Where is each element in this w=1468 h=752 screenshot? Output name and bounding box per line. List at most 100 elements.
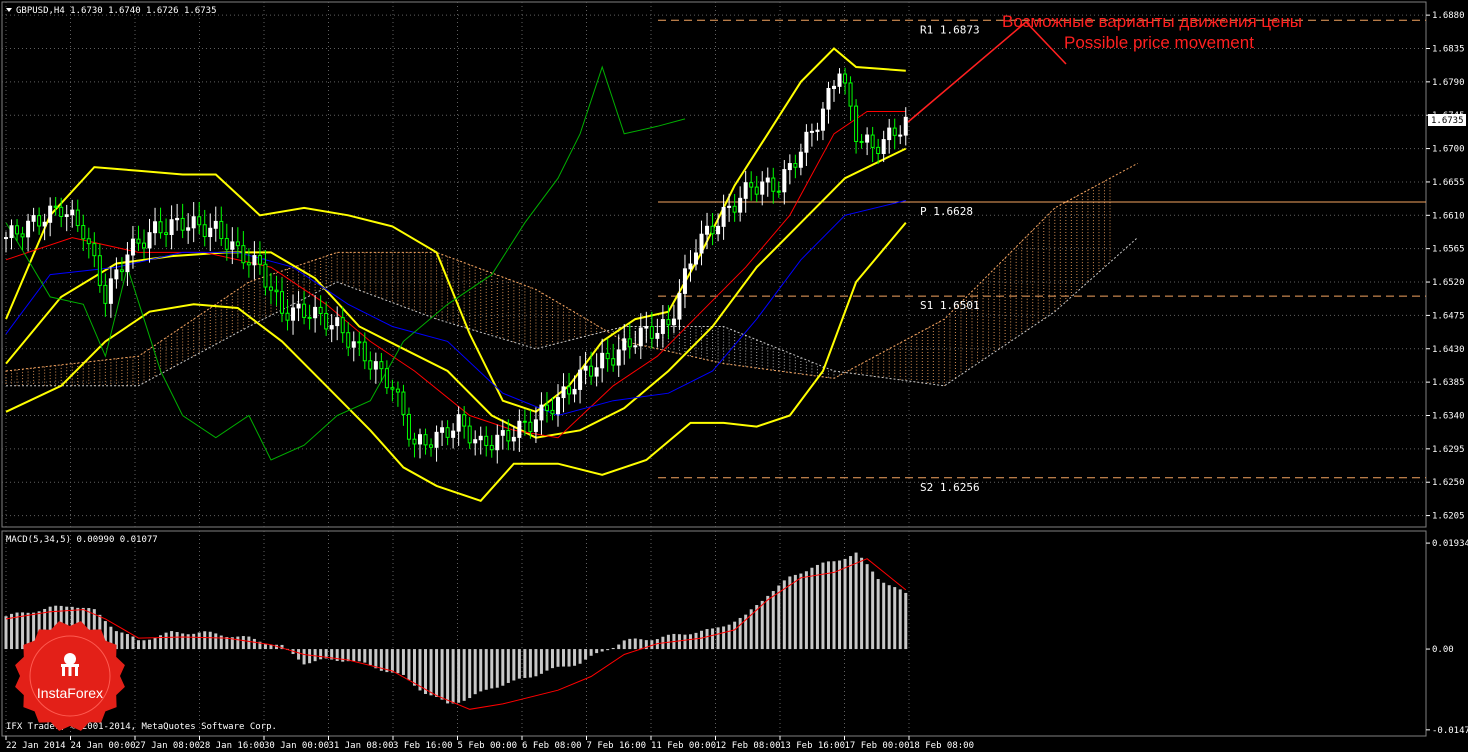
macd-bar bbox=[125, 634, 129, 650]
candle-body bbox=[743, 182, 748, 199]
macd-bar bbox=[793, 574, 797, 650]
candle-body bbox=[92, 243, 97, 257]
candle-body bbox=[522, 420, 527, 423]
x-tick-label: 18 Feb 08:00 bbox=[909, 741, 974, 751]
candle-body bbox=[357, 341, 362, 344]
candle-body bbox=[478, 435, 483, 441]
candle-body bbox=[655, 332, 660, 339]
candle-body bbox=[329, 325, 334, 330]
menu-triangle-icon[interactable] bbox=[6, 8, 12, 12]
candle-body bbox=[820, 108, 825, 131]
candle-body bbox=[666, 319, 671, 326]
candle-body bbox=[870, 134, 875, 148]
macd-bar bbox=[352, 649, 356, 662]
macd-bar bbox=[876, 579, 880, 650]
macd-bar bbox=[711, 628, 715, 650]
candle-body bbox=[843, 73, 848, 84]
macd-bar bbox=[479, 649, 483, 692]
macd-bar bbox=[385, 649, 389, 673]
candle-body bbox=[274, 289, 279, 293]
macd-bar bbox=[904, 592, 908, 650]
macd-bar bbox=[225, 637, 229, 650]
macd-bar bbox=[319, 649, 323, 660]
candle-body bbox=[164, 232, 169, 235]
candle-body bbox=[296, 303, 301, 309]
chikou-line bbox=[5, 65, 686, 461]
candle-body bbox=[699, 233, 704, 254]
macd-bar bbox=[545, 649, 549, 671]
macd-bar bbox=[429, 649, 433, 696]
candle-body bbox=[224, 238, 229, 250]
bollinger-lower bbox=[5, 222, 907, 502]
macd-bar bbox=[622, 640, 626, 650]
macd-bar bbox=[611, 647, 615, 650]
macd-bar bbox=[208, 631, 212, 650]
y-tick-label: 1.6430 bbox=[1432, 345, 1465, 355]
macd-bar bbox=[186, 634, 190, 650]
candle-body bbox=[832, 85, 836, 89]
macd-bar bbox=[175, 632, 179, 650]
kijun-line bbox=[5, 111, 906, 439]
macd-bar bbox=[722, 626, 726, 650]
macd-bar bbox=[136, 640, 140, 650]
macd-bar bbox=[120, 632, 124, 650]
candle-body bbox=[760, 181, 765, 195]
candle-body bbox=[125, 254, 130, 273]
macd-bar bbox=[181, 633, 185, 650]
candle-body bbox=[567, 386, 572, 395]
candle-body bbox=[208, 227, 213, 238]
candle-body bbox=[313, 306, 318, 319]
y-tick-label: 1.6475 bbox=[1432, 311, 1465, 321]
macd-bar bbox=[815, 564, 819, 650]
macd-bar bbox=[705, 629, 709, 650]
macd-bar bbox=[131, 636, 135, 650]
candle-body bbox=[379, 361, 384, 370]
candle-body bbox=[15, 225, 20, 235]
candle-body bbox=[594, 367, 599, 377]
candle-body bbox=[429, 444, 434, 448]
chart-canvas[interactable]: R1 1.6873 P 1.6628 S1 1.6501 S2 1.6256 1.68… bbox=[0, 0, 1468, 752]
macd-bar bbox=[567, 649, 571, 667]
candle-body bbox=[108, 278, 113, 304]
candle-body bbox=[732, 205, 737, 213]
macd-y-tick-label: 0.01934 bbox=[1432, 539, 1468, 549]
macd-bar bbox=[490, 649, 494, 689]
y-tick-label: 1.6700 bbox=[1432, 145, 1465, 155]
macd-bar bbox=[534, 649, 538, 677]
candle-body bbox=[307, 316, 312, 319]
candle-body bbox=[219, 220, 224, 240]
x-tick-label: 17 Feb 00:00 bbox=[845, 741, 910, 751]
candle-body bbox=[4, 237, 8, 240]
macd-bar bbox=[584, 649, 588, 660]
macd-bar bbox=[578, 649, 582, 664]
macd-bar bbox=[512, 649, 516, 681]
candle-body bbox=[70, 209, 75, 216]
macd-bar bbox=[550, 649, 554, 669]
macd-bar bbox=[412, 649, 416, 686]
candle-body bbox=[859, 140, 864, 143]
candle-body bbox=[682, 268, 687, 294]
candle-body bbox=[865, 134, 870, 143]
candle-body bbox=[484, 435, 489, 446]
macd-bar bbox=[390, 649, 394, 673]
macd-bar bbox=[716, 627, 720, 650]
macd-bar bbox=[396, 649, 400, 674]
candle-body bbox=[809, 130, 814, 133]
candle-body bbox=[881, 139, 886, 155]
candle-body bbox=[511, 436, 516, 442]
macd-bar bbox=[15, 612, 19, 650]
candle-body bbox=[688, 263, 693, 270]
x-tick-label: 5 Feb 00:00 bbox=[458, 741, 518, 751]
candle-body bbox=[616, 349, 621, 366]
macd-bar bbox=[788, 576, 792, 650]
macd-bar bbox=[401, 649, 405, 675]
macd-bar bbox=[473, 649, 477, 695]
candle-body bbox=[677, 292, 682, 320]
macd-bar bbox=[688, 634, 692, 650]
y-tick-label: 1.6835 bbox=[1432, 44, 1465, 54]
candle-body bbox=[738, 197, 743, 213]
candle-body bbox=[445, 427, 450, 438]
candle-body bbox=[235, 241, 240, 247]
macd-bar bbox=[214, 633, 218, 650]
macd-bar bbox=[418, 649, 422, 691]
